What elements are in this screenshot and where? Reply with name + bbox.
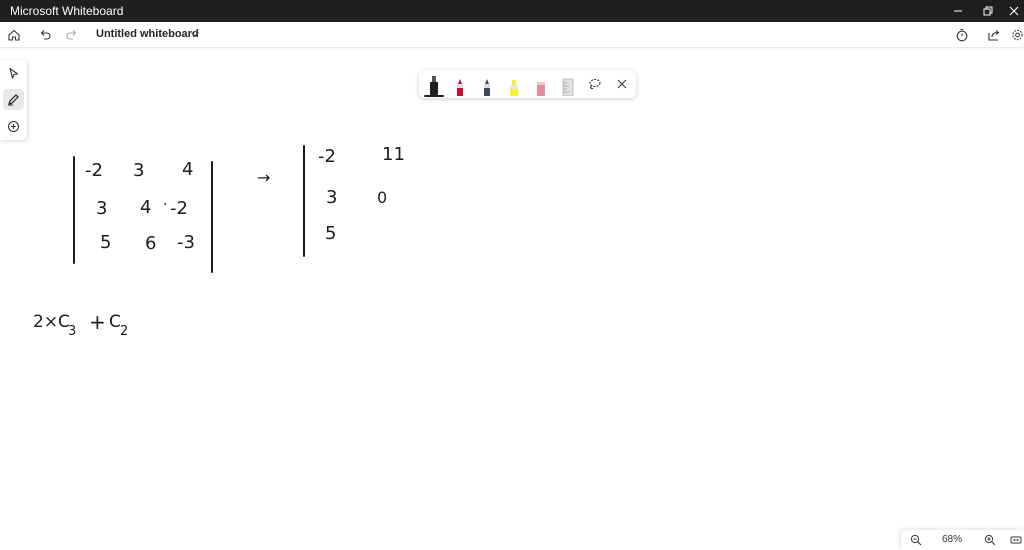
transform-arrow: → — [257, 168, 271, 187]
operation-sub2: 2 — [120, 324, 129, 339]
app-title: Microsoft Whiteboard — [10, 4, 124, 18]
redo-icon[interactable] — [63, 26, 81, 44]
operation-plus: + — [89, 310, 106, 334]
operation-coef: 2×C — [33, 312, 70, 332]
matrix-a-r3c1: 5 — [100, 232, 112, 253]
home-icon[interactable] — [5, 26, 23, 44]
matrix-a-r2c2: 4 — [140, 197, 152, 218]
matrix-a-r2c3: -2 — [170, 198, 188, 219]
matrix-a-dot: · — [163, 197, 168, 213]
restore-button[interactable] — [973, 0, 1003, 22]
matrix-b-r3c1: 5 — [325, 223, 337, 244]
share-icon[interactable] — [985, 26, 1003, 44]
matrix-b-r1c1: -2 — [318, 146, 336, 167]
zoom-in-icon[interactable] — [983, 533, 997, 547]
matrix-b-r1c2: 11 — [382, 144, 405, 165]
zoom-out-icon[interactable] — [909, 533, 923, 547]
fit-screen-icon[interactable] — [1009, 533, 1023, 547]
matrix-a-r1c3: 4 — [182, 159, 194, 180]
matrix-a-left-bar — [73, 156, 75, 264]
matrix-a-r3c2: 6 — [145, 233, 157, 254]
matrix-a-r1c2: 3 — [133, 160, 145, 181]
minimize-button[interactable] — [943, 0, 973, 22]
matrix-a-r3c3: -3 — [177, 232, 195, 253]
close-window-button[interactable] — [1003, 0, 1024, 22]
title-bar: Microsoft Whiteboard — [0, 0, 1024, 22]
undo-icon[interactable] — [36, 26, 54, 44]
matrix-a-r2c1: 3 — [96, 198, 108, 219]
matrix-a-right-bar — [211, 161, 213, 273]
matrix-a-r1c1: -2 — [85, 160, 103, 181]
zoom-level[interactable]: 68% — [942, 534, 962, 545]
timer-icon[interactable] — [953, 26, 971, 44]
operation-sub1: 3 — [68, 324, 77, 339]
zoom-panel — [901, 530, 1024, 550]
matrix-b-left-bar — [303, 145, 305, 257]
whiteboard-canvas[interactable]: -2 3 4 3 4 · -2 5 6 -3 → -2 11 3 0 5 2×C… — [0, 48, 1024, 550]
matrix-b-r2c1: 3 — [326, 187, 338, 208]
board-title[interactable]: Untitled whiteboard — [96, 28, 199, 40]
matrix-b-r2c2: 0 — [377, 188, 388, 207]
app-bar: Untitled whiteboard — [0, 22, 1024, 48]
chevron-down-icon[interactable] — [189, 28, 201, 40]
settings-icon[interactable] — [1011, 26, 1024, 44]
